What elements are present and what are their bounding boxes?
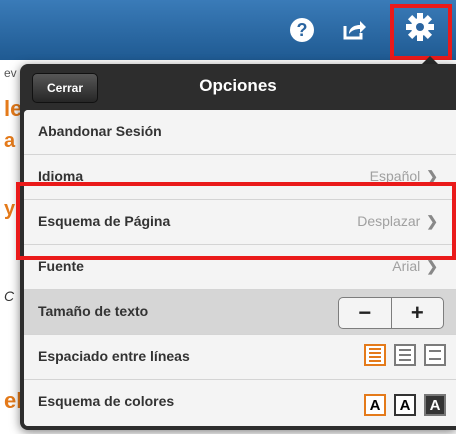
bg-text-fragment: a <box>4 130 16 152</box>
option-value: Arial ❯ <box>392 258 438 275</box>
line-spacing-options <box>364 344 446 366</box>
color-scheme-default-button[interactable]: A <box>364 394 386 416</box>
option-color-scheme: Esquema de colores A A A <box>24 380 456 426</box>
line-spacing-normal-icon[interactable] <box>394 344 416 366</box>
option-label: Abandonar Sesión <box>38 123 162 139</box>
bg-text-fragment: C <box>4 288 15 304</box>
color-scheme-light-button[interactable]: A <box>394 394 416 416</box>
bg-text-fragment: ev <box>4 66 17 80</box>
close-button[interactable]: Cerrar <box>32 73 98 103</box>
option-label: Fuente <box>38 258 84 274</box>
help-icon: ? <box>290 18 314 42</box>
top-header <box>0 0 456 60</box>
color-scheme-options: A A A <box>364 394 446 416</box>
bg-text-fragment: y <box>4 198 16 220</box>
settings-highlight-box <box>390 4 452 60</box>
increase-text-button[interactable]: + <box>392 298 444 328</box>
page-layout-highlight-box <box>16 182 456 260</box>
share-button[interactable] <box>338 14 370 46</box>
option-label: Esquema de colores <box>38 393 175 409</box>
option-label: Tamaño de texto <box>38 303 149 319</box>
option-line-spacing: Espaciado entre líneas <box>24 335 456 380</box>
options-list: Abandonar Sesión Idioma Español ❯ Esquema… <box>24 110 456 426</box>
share-icon <box>343 21 366 40</box>
help-button[interactable]: ? <box>286 14 318 46</box>
line-spacing-compact-icon[interactable] <box>364 344 386 366</box>
line-spacing-wide-icon[interactable] <box>424 344 446 366</box>
text-size-stepper: − + <box>338 297 444 329</box>
popover-caret <box>422 56 438 64</box>
chevron-right-icon: ❯ <box>426 258 438 274</box>
font-value: Arial <box>392 258 421 274</box>
popover-header: Opciones Cerrar <box>20 64 456 112</box>
option-label: Espaciado entre líneas <box>38 348 190 364</box>
decrease-text-button[interactable]: − <box>339 298 392 328</box>
option-logout[interactable]: Abandonar Sesión <box>24 110 456 155</box>
option-text-size: Tamaño de texto − + <box>24 290 456 335</box>
color-scheme-dark-button[interactable]: A <box>424 394 446 416</box>
